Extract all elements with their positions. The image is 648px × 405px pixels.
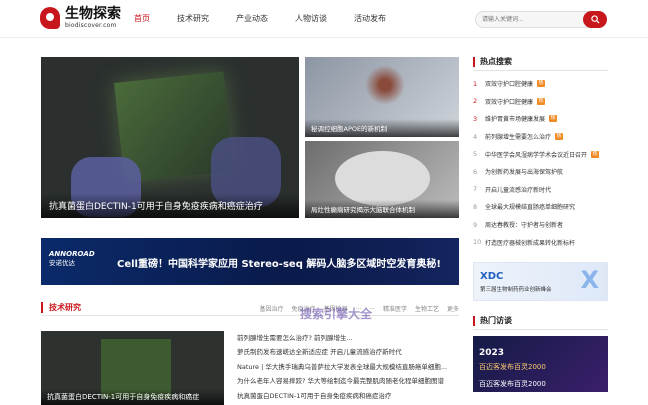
hot-search-item[interactable]: 5 中华医学会风湿病学学术会议近日召开热 bbox=[473, 145, 608, 163]
hot-search-item[interactable]: 1 双效守护口腔健康热 bbox=[473, 75, 608, 93]
hot-interview-header: 热门访谈 bbox=[473, 316, 608, 330]
top-bar: 生物探索 biodiscover.com 首页 技术研究 产业动态 人物访谈 活… bbox=[0, 0, 648, 38]
hot-search-rank: 5 bbox=[473, 150, 478, 159]
section-header: 技术研究 基因治疗 免疫治疗 基因检测 ... ... 精准医学 生物工艺 更多 bbox=[41, 302, 459, 316]
hot-search-rank: 9 bbox=[473, 220, 478, 229]
section-image-card[interactable]: 抗真菌蛋白DECTIN-1可用于自身免疫疾病和癌症 bbox=[41, 331, 224, 405]
nav-industry[interactable]: 产业动态 bbox=[236, 13, 268, 24]
section-tab[interactable]: 基因治疗 bbox=[259, 304, 283, 313]
hot-interview-title: 热门访谈 bbox=[473, 316, 608, 326]
hot-tag-icon: 热 bbox=[537, 80, 546, 88]
hot-search-text: 周达春教授：守护者与创新者 bbox=[485, 222, 564, 230]
search-icon bbox=[590, 15, 600, 24]
nav-tech-research[interactable]: 技术研究 bbox=[177, 13, 209, 24]
site-logo[interactable]: 生物探索 biodiscover.com bbox=[40, 7, 121, 29]
hot-search-text: 为创新药发展与出海保驾护航 bbox=[485, 169, 564, 177]
side-ad-xdc[interactable]: XDC 第三届生物制药药业创新峰会 X bbox=[473, 262, 608, 301]
nav-events[interactable]: 活动发布 bbox=[354, 13, 386, 24]
hot-search-item[interactable]: 8 全球最大规模结直肠癌单细胞研究 bbox=[473, 198, 608, 216]
hot-search-item[interactable]: 9 周达春教授：守护者与创新者 bbox=[473, 216, 608, 234]
hot-search-title: 热点搜索 bbox=[473, 57, 608, 67]
hot-search-rank: 8 bbox=[473, 202, 478, 211]
hero-side-image-1 bbox=[365, 65, 405, 105]
section-image-caption: 抗真菌蛋白DECTIN-1可用于自身免疫疾病和癌症 bbox=[41, 389, 224, 405]
hot-search-header: 热点搜索 bbox=[473, 57, 608, 71]
site-name: 生物探索 bbox=[65, 6, 121, 22]
search-input[interactable] bbox=[482, 14, 580, 26]
hot-search-item[interactable]: 10 打造医疗器械创新成果转化新标杆 bbox=[473, 233, 608, 251]
ad2-year: 2023 bbox=[479, 348, 505, 358]
ad2-slogan: 百迈客发布百灵2000 bbox=[479, 363, 546, 371]
hot-search-item[interactable]: 2 双效守护口腔健康热 bbox=[473, 93, 608, 111]
main-nav: 首页 技术研究 产业动态 人物访谈 活动发布 bbox=[134, 13, 413, 24]
hot-search-item[interactable]: 4 前列腺增生需要怎么治疗热 bbox=[473, 128, 608, 146]
search-box bbox=[475, 11, 607, 28]
hot-search-text: 前列腺增生需要怎么治疗 bbox=[485, 134, 552, 142]
hero-side-title-2: 局灶性癫痫研究揭示大脑联合体机制 bbox=[305, 200, 459, 218]
hot-search-text: 中华医学会风湿病学学术会议近日召开 bbox=[485, 151, 588, 159]
list-item[interactable]: 抗真菌蛋白DECTIN-1可用于自身免疫疾病和癌症治疗 bbox=[237, 389, 459, 403]
hero-side-card-2[interactable]: 局灶性癫痫研究揭示大脑联合体机制 bbox=[305, 141, 459, 218]
hero-side-title-1: 秘调控细胞APOE的新机制 bbox=[305, 119, 459, 137]
hot-search-text: 维护胃黄市场健康发展 bbox=[485, 116, 546, 124]
hot-tag-icon: 热 bbox=[555, 133, 564, 141]
ad-banner[interactable]: ANNOROAD 安诺优达 Cell重磅！中国科学家应用 Stereo-seq … bbox=[41, 238, 459, 285]
nav-interviews[interactable]: 人物访谈 bbox=[295, 13, 327, 24]
ad-x-logo-icon: X bbox=[580, 266, 599, 294]
hot-tag-icon: 热 bbox=[537, 97, 546, 105]
hero-main-card[interactable]: 抗真菌蛋白DECTIN-1可用于自身免疫疾病和癌症治疗 bbox=[41, 57, 299, 218]
section-title[interactable]: 技术研究 bbox=[41, 302, 81, 313]
hot-search-text: 开启儿童流感治疗新时代 bbox=[485, 186, 552, 194]
list-item[interactable]: 为什么老年人容易摔跤? 华大等绘制迄今最完整肌肉随老化程单细胞图谱 bbox=[237, 374, 459, 388]
hero-side-card-1[interactable]: 秘调控细胞APOE的新机制 bbox=[305, 57, 459, 137]
hot-search-text: 双效守护口腔健康 bbox=[485, 98, 534, 106]
hot-search-item[interactable]: 6 为创新药发展与出海保驾护航 bbox=[473, 163, 608, 181]
hot-search-item[interactable]: 7 开启儿童流感治疗新时代 bbox=[473, 181, 608, 199]
list-item[interactable]: Nature | 华大携手瑞典乌普萨拉大学发表全球最大规模结直肠癌单细胞... bbox=[237, 360, 459, 374]
section-more-link[interactable]: 更多 bbox=[447, 304, 459, 313]
hot-search-item[interactable]: 3 维护胃黄市场健康发展热 bbox=[473, 110, 608, 128]
hot-search-text: 打造医疗器械创新成果转化新标杆 bbox=[485, 239, 576, 247]
list-item[interactable]: 前列腺增生需要怎么治疗? 前列腺增生... bbox=[237, 331, 459, 345]
hot-tag-icon: 热 bbox=[549, 115, 558, 123]
section-tab[interactable]: 精准医学 bbox=[383, 304, 407, 313]
list-item[interactable]: 萝氏制药发布速嵯达全新适应症 开启儿童流感治疗新时代 bbox=[237, 345, 459, 359]
hot-search-rank: 7 bbox=[473, 185, 478, 194]
hero-main-title: 抗真菌蛋白DECTIN-1可用于自身免疫疾病和癌症治疗 bbox=[41, 193, 299, 218]
ad2-caption: 百迈客发布百灵2000 bbox=[479, 380, 546, 388]
ad-title: XDC bbox=[480, 271, 504, 282]
banner-brand: ANNOROAD 安诺优达 bbox=[49, 250, 95, 267]
hot-search-rank: 3 bbox=[473, 114, 478, 123]
hot-search-rank: 4 bbox=[473, 132, 478, 141]
hot-search-rank: 1 bbox=[473, 79, 478, 88]
nav-home[interactable]: 首页 bbox=[134, 13, 150, 24]
logo-icon bbox=[40, 7, 60, 29]
side-ad-interview[interactable]: 2023 百迈客发布百灵2000 百迈客发布百灵2000 bbox=[473, 336, 608, 392]
hot-search-rank: 10 bbox=[473, 238, 482, 247]
site-domain: biodiscover.com bbox=[65, 22, 117, 29]
section-tab[interactable]: 生物工艺 bbox=[415, 304, 439, 313]
search-button[interactable] bbox=[583, 11, 607, 28]
hot-search-rank: 6 bbox=[473, 167, 478, 176]
hot-search-text: 双效守护口腔健康 bbox=[485, 81, 534, 89]
hot-tag-icon: 热 bbox=[591, 150, 600, 158]
ad-subtitle: 第三届生物制药药业创新峰会 bbox=[480, 287, 552, 293]
section-article-list: 前列腺增生需要怎么治疗? 前列腺增生... 萝氏制药发布速嵯达全新适应症 开启儿… bbox=[237, 331, 459, 403]
hot-search-rank: 2 bbox=[473, 97, 478, 106]
hot-search-list: 1 双效守护口腔健康热 2 双效守护口腔健康热 3 维护胃黄市场健康发展热 4 前列腺增生需要… bbox=[473, 75, 608, 251]
hot-search-text: 全球最大规模结直肠癌单细胞研究 bbox=[485, 204, 576, 212]
watermark: 搜索引擎大全 bbox=[300, 307, 373, 321]
banner-title: Cell重磅！中国科学家应用 Stereo-seq 解码人脑多区域时空发育奥秘! bbox=[117, 259, 441, 270]
hero-side-image-2 bbox=[335, 151, 430, 206]
